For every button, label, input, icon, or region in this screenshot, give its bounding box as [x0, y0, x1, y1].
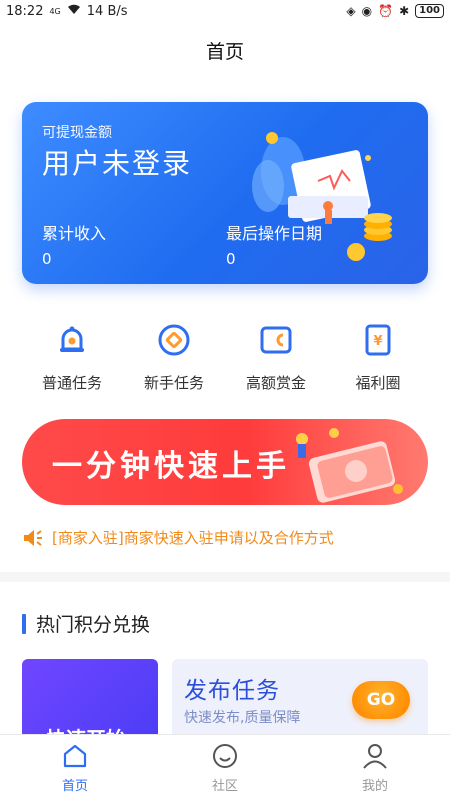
feature-grid: 普通任务 新手任务 高额赏金 ¥ 福利圈 [22, 320, 428, 393]
go-badge[interactable]: GO [352, 681, 410, 719]
withdraw-label: 可提现金额 [42, 125, 112, 141]
alarm-icon: ⏰ [378, 4, 394, 18]
notice-text: [商家入驻]商家快速入驻申请以及合作方式 [52, 529, 334, 547]
battery-icon: 100 [415, 4, 444, 18]
vibrate-icon: ◈ [346, 4, 356, 18]
feature-label: 高额赏金 [245, 374, 306, 392]
top-section: 可提现金额 用户未登录 累计收入 0 最后操作日期 0 普通任务 新手任务 高额… [0, 78, 450, 572]
feature-newbie-task[interactable]: 新手任务 [124, 320, 224, 393]
bell-icon [52, 320, 92, 360]
feature-label: 福利圈 [355, 374, 401, 392]
smile-icon [213, 744, 237, 768]
home-page: 18:22 4G 14 B/s ◈ ◉ ⏰ ✱ 100 首页 可提现金额 用户未… [0, 0, 450, 800]
feature-normal-task[interactable]: 普通任务 [22, 320, 122, 393]
status-bar: 18:22 4G 14 B/s ◈ ◉ ⏰ ✱ 100 [0, 0, 450, 22]
section-title: 热门积分兑换 [22, 610, 428, 637]
earnings-card[interactable]: 可提现金额 用户未登录 累计收入 0 最后操作日期 0 [22, 102, 428, 284]
network-badge: 4G [49, 6, 61, 16]
feature-label: 新手任务 [143, 374, 204, 392]
feature-welfare-circle[interactable]: ¥ 福利圈 [328, 320, 428, 393]
quick-start-banner[interactable]: 一分钟快速上手 [22, 419, 428, 505]
nav-home[interactable]: 首页 [0, 735, 150, 800]
page-title: 首页 [205, 40, 244, 63]
wallet-icon [256, 320, 296, 360]
publish-task-title: 发布任务 [184, 678, 280, 704]
withdraw-value: 用户未登录 [42, 147, 193, 180]
home-icon [63, 744, 87, 768]
lock-icon: ◉ [361, 4, 373, 18]
banner-text: 一分钟快速上手 [52, 449, 290, 484]
nav-community[interactable]: 社区 [150, 735, 300, 800]
nav-label: 社区 [211, 779, 238, 794]
target-icon [154, 320, 194, 360]
feature-high-bounty[interactable]: 高额赏金 [226, 320, 326, 393]
feature-label: 普通任务 [41, 374, 102, 392]
svg-text:¥: ¥ [373, 334, 382, 349]
speaker-icon [24, 529, 42, 546]
network-speed: 14 B/s [86, 3, 128, 19]
hot-exchange-section: 热门积分兑换 快速开始 发布任务 快速发布,质量保障 GO [0, 582, 450, 759]
page-header: 首页 [0, 22, 450, 78]
nav-mine[interactable]: 我的 [300, 735, 450, 800]
money-illustration [296, 428, 403, 503]
nav-label: 首页 [61, 779, 88, 794]
status-right: ◈ ◉ ⏰ ✱ 100 [346, 4, 444, 18]
bottom-nav: 首页 社区 我的 [0, 734, 450, 800]
yuan-tag-icon: ¥ [358, 320, 398, 360]
user-icon [363, 744, 387, 769]
status-time: 18:22 [6, 3, 44, 19]
wifi-icon [67, 4, 81, 19]
bluetooth-icon: ✱ [399, 4, 410, 18]
total-income-label: 累计收入 [42, 224, 107, 243]
total-income-value: 0 [42, 250, 52, 268]
section-title-text: 热门积分兑换 [36, 614, 151, 636]
merchant-notice[interactable]: [商家入驻]商家快速入驻申请以及合作方式 [22, 527, 428, 548]
last-operation-value: 0 [226, 250, 236, 268]
book-coins-illustration [252, 132, 392, 261]
nav-label: 我的 [361, 779, 388, 794]
status-left: 18:22 4G 14 B/s [6, 4, 128, 19]
publish-task-subtitle: 快速发布,质量保障 [184, 710, 301, 726]
